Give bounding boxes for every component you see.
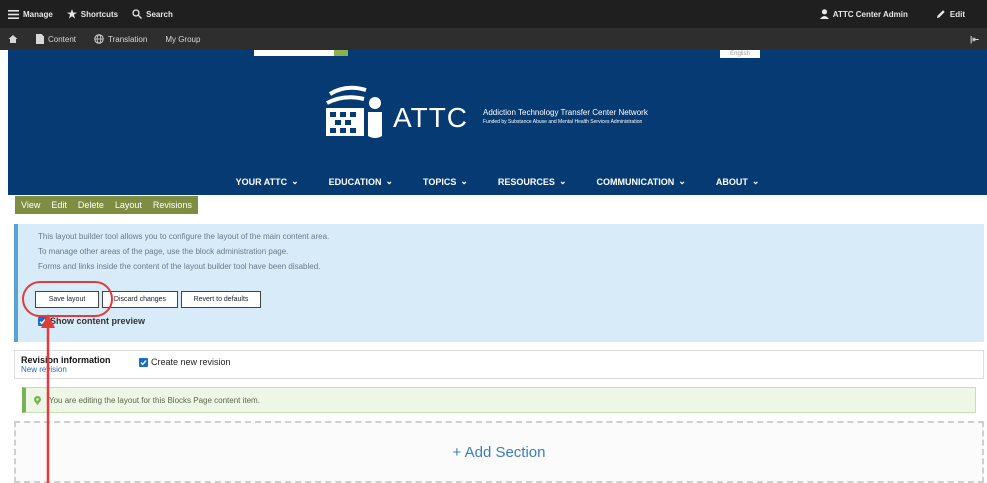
language-select[interactable]: English (720, 50, 760, 58)
admin-toolbar: Manage Shortcuts Search ATTC Center Admi… (0, 0, 987, 28)
create-revision-label: Create new revision (151, 357, 231, 367)
chevron-down-icon: ⌄ (558, 176, 567, 186)
checkmark-icon (140, 359, 147, 365)
manage-menu[interactable]: Manage (8, 9, 53, 19)
tab-revisions[interactable]: Revisions (153, 200, 192, 210)
document-icon (36, 34, 44, 44)
revert-to-defaults-button[interactable]: Revert to defaults (181, 291, 261, 308)
admin-subbar: Content Translation My Group |⇤ (0, 28, 987, 50)
site-header: English ATTC Addiction Technology Transf… (8, 50, 987, 195)
manage-label: Manage (23, 9, 53, 19)
create-new-revision[interactable]: Create new revision (139, 357, 231, 367)
home-link[interactable] (8, 34, 18, 44)
chevron-down-icon: ⌄ (291, 176, 299, 186)
content-link[interactable]: Content (36, 34, 76, 44)
attc-logo-icon (326, 85, 382, 138)
site-search-button[interactable] (334, 50, 348, 56)
add-section-area: + Add Section (14, 421, 984, 483)
preview-label: Show content preview (50, 316, 146, 326)
star-icon (66, 9, 77, 19)
chevron-down-icon: ⌄ (385, 176, 394, 186)
nav-education[interactable]: EDUCATION ⌄ (329, 176, 393, 187)
tab-delete[interactable]: Delete (78, 200, 104, 210)
nav-your-attc[interactable]: YOUR ATTC ⌄ (236, 176, 299, 187)
search-menu[interactable]: Search (132, 9, 173, 19)
local-tasks-tabs: View Edit Delete Layout Revisions (15, 196, 198, 214)
layout-builder-panel: This layout builder tool allows you to c… (14, 224, 984, 342)
collapse-toolbar-icon[interactable]: |⇤ (970, 35, 979, 44)
status-message: You are editing the layout for this Bloc… (22, 387, 976, 413)
annotation-arrow-icon (41, 314, 55, 483)
my-group-link[interactable]: My Group (165, 35, 200, 44)
brand-tagline: Addiction Technology Transfer Center Net… (483, 108, 648, 125)
my-group-label: My Group (165, 34, 201, 44)
network-name: Addiction Technology Transfer Center Net… (483, 108, 648, 117)
edit-label: Edit (949, 9, 965, 19)
site-search-input[interactable] (254, 50, 334, 56)
shortcuts-label: Shortcuts (80, 9, 119, 19)
content-label: Content (48, 34, 77, 44)
save-layout-highlight (22, 281, 113, 317)
home-icon (8, 35, 18, 43)
nav-about[interactable]: ABOUT ⌄ (716, 176, 760, 187)
status-text: You are editing the layout for this Bloc… (49, 395, 260, 405)
user-label: ATTC Center Admin (832, 9, 908, 19)
revision-information: Revision information New revision Create… (14, 350, 984, 379)
translation-label: Translation (108, 34, 148, 44)
pencil-icon (936, 10, 945, 18)
layout-builder-message: Forms and links inside the content of th… (38, 262, 321, 271)
user-icon (819, 9, 829, 19)
brand-name: ATTC (393, 102, 469, 133)
layout-builder-message: This layout builder tool allows you to c… (38, 232, 330, 241)
tab-edit[interactable]: Edit (51, 200, 67, 210)
user-menu[interactable]: ATTC Center Admin (819, 9, 908, 19)
chevron-down-icon: ⌄ (751, 176, 760, 186)
chevron-down-icon: ⌄ (678, 176, 686, 186)
nav-resources[interactable]: RESOURCES ⌄ (498, 176, 567, 187)
translation-link[interactable]: Translation (94, 34, 147, 44)
tab-layout[interactable]: Layout (115, 200, 142, 210)
discard-changes-button[interactable]: Discard changes (102, 291, 178, 308)
layout-builder-message: To manage other areas of the page, use t… (38, 247, 289, 256)
edit-mode-toggle[interactable]: Edit (936, 9, 965, 19)
revision-checkbox[interactable] (139, 357, 148, 367)
funded-by: Funded by Substance Abuse and Mental Hea… (483, 119, 643, 125)
shortcuts-menu[interactable]: Shortcuts (66, 9, 119, 19)
search-icon (132, 9, 143, 19)
tab-view[interactable]: View (21, 200, 40, 210)
revision-title: Revision information (21, 355, 111, 365)
globe-icon (94, 34, 104, 44)
chevron-down-icon: ⌄ (460, 176, 468, 186)
add-section-link[interactable]: + Add Section (453, 444, 546, 461)
search-label: Search (146, 9, 173, 19)
main-nav: YOUR ATTC ⌄ EDUCATION ⌄ TOPICS ⌄ RESOURCES ⌄… (8, 168, 987, 195)
hamburger-icon (8, 9, 19, 19)
nav-communication[interactable]: COMMUNICATION ⌄ (596, 176, 685, 187)
nav-topics[interactable]: TOPICS ⌄ (423, 176, 468, 187)
